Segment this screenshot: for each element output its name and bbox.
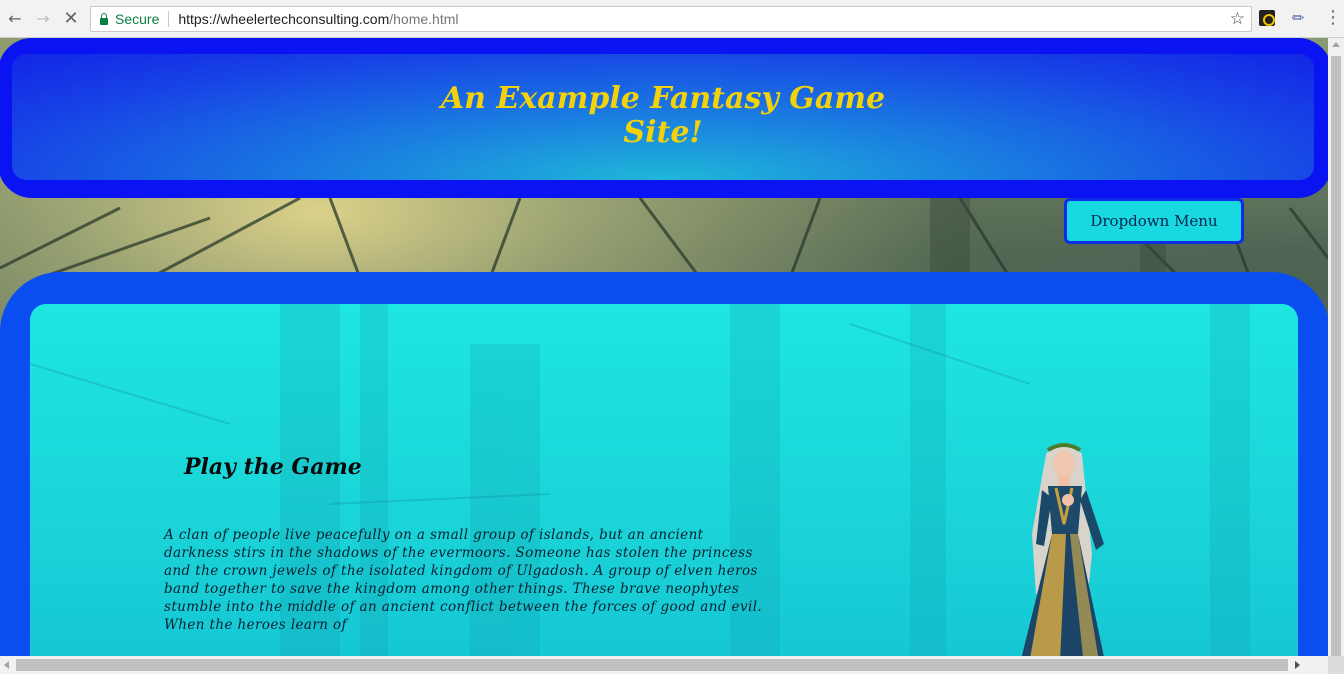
browser-toolbar: ← → ✕ Secure https://wheelertechconsulti… [0,0,1344,38]
dropdown-menu-button[interactable]: Dropdown Menu [1064,198,1244,244]
vertical-scrollbar[interactable] [1328,38,1344,660]
back-arrow-icon[interactable]: ← [4,7,26,29]
extension-icon[interactable] [1259,10,1275,26]
vertical-scroll-thumb[interactable] [1331,56,1341,660]
eyedropper-extension-icon[interactable]: ✏ [1292,9,1305,27]
page-viewport: An Example Fantasy Game Site! Dropdown M… [0,38,1328,656]
site-title: An Example Fantasy Game Site! [440,81,886,150]
url-host: https://wheelertechconsulting.com [178,11,390,27]
horizontal-scrollbar[interactable] [0,656,1328,674]
story-paragraph: A clan of people live peacefully on a sm… [164,527,763,633]
scroll-left-arrow-icon[interactable] [4,661,9,669]
stop-loading-icon[interactable]: ✕ [60,7,82,29]
url-path: /home.html [389,11,459,27]
bookmark-star-icon[interactable]: ☆ [1230,9,1245,29]
scroll-up-arrow-icon[interactable] [1332,42,1340,47]
address-bar[interactable]: Secure https://wheelertechconsulting.com… [90,6,1252,32]
main-content-panel: Play the Game A clan of people live peac… [30,304,1298,656]
site-header: An Example Fantasy Game Site! [0,38,1328,198]
play-game-heading: Play the Game [184,454,362,480]
princess-character-image [1021,443,1104,656]
forward-arrow-icon[interactable]: → [32,7,54,29]
horizontal-scroll-thumb[interactable] [16,659,1288,671]
main-content-frame: Play the Game A clan of people live peac… [0,272,1328,656]
address-separator [168,11,170,27]
scrollbar-corner [1328,656,1344,674]
scroll-right-arrow-icon[interactable] [1295,661,1300,669]
secure-label: Secure [115,11,160,27]
lock-icon [99,13,109,25]
browser-menu-icon[interactable]: ⋮ [1324,7,1342,28]
